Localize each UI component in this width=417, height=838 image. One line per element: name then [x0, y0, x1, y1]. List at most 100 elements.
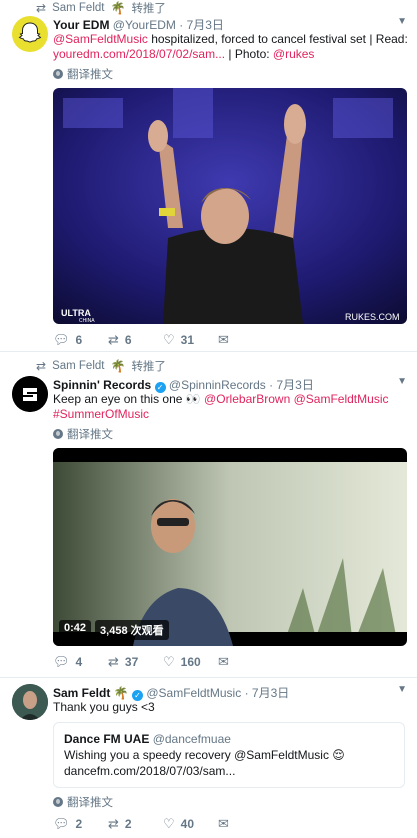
handle[interactable]: @SamFeldtMusic: [146, 686, 241, 700]
avatar[interactable]: [12, 16, 48, 52]
tweet-spinnin[interactable]: ⇄ Sam Feldt 🌴 转推了 Spinnin' Records ✓ @Sp…: [0, 352, 417, 678]
retweet-button[interactable]: ⇄ 37: [108, 654, 163, 670]
translate-label: 翻译推文: [67, 429, 113, 441]
video-duration: 0:42: [59, 620, 92, 640]
retweet-icon: ⇄: [108, 332, 119, 347]
globe-icon: [53, 797, 63, 807]
timestamp[interactable]: · 7月3日: [179, 18, 224, 32]
envelope-icon: ✉: [218, 332, 229, 347]
heart-icon: ♡: [163, 332, 175, 347]
quoted-tweet-header: Dance FM UAE @dancefmuae: [64, 731, 394, 747]
retweet-button[interactable]: ⇄ 2: [108, 816, 163, 832]
quoted-handle: @dancefmuae: [152, 732, 231, 746]
quoted-link: dancefm.com/2018/07/03/sam...: [64, 764, 236, 778]
quoted-tweet[interactable]: Dance FM UAE @dancefmuae Wishing you a s…: [53, 722, 405, 788]
tweet-text: Thank you guys <3: [53, 700, 155, 714]
chevron-down-icon[interactable]: ▼: [397, 684, 407, 695]
photo-credit-link[interactable]: @rukes: [273, 47, 315, 61]
globe-icon: [53, 429, 63, 439]
retweet-suffix: 转推了: [131, 3, 166, 15]
retweeter-name[interactable]: Sam Feldt: [52, 2, 104, 14]
heart-icon: ♡: [163, 816, 175, 831]
translate-tweet[interactable]: 翻译推文: [53, 794, 113, 810]
retweet-button[interactable]: ⇄ 6: [108, 332, 163, 348]
retweet-count: 6: [124, 333, 132, 347]
translate-label: 翻译推文: [67, 69, 113, 81]
reply-button[interactable]: 💬︎ 4: [53, 654, 108, 670]
tweet-video[interactable]: 0:42 3,458 次观看: [53, 448, 407, 646]
like-count: 160: [180, 655, 201, 669]
tweet-text: @SamFeldtMusic hospitalized, forced to c…: [53, 32, 408, 62]
hashtag-link[interactable]: #SummerOfMusic: [53, 407, 149, 421]
handle[interactable]: @SpinninRecords: [169, 378, 266, 392]
dj-performer-photo: ULTRA CHINA RUKES.COM: [53, 88, 407, 324]
profile-photo: [12, 684, 48, 720]
direct-message-button[interactable]: ✉: [218, 332, 273, 348]
tweet-text-sep: | Photo:: [225, 47, 273, 61]
tweet-text-main: Keep an eye on this one 👀: [53, 392, 205, 406]
like-button[interactable]: ♡ 31: [163, 332, 218, 348]
tweet-header: Spinnin' Records ✓ @SpinninRecords · 7月3…: [53, 376, 314, 393]
retweet-icon: ⇄: [36, 1, 47, 15]
retweet-context: ⇄ Sam Feldt 🌴 转推了: [36, 0, 166, 16]
palm-tree-emoji: 🌴: [110, 1, 126, 15]
tweet-actions: 💬︎ 4 ⇄ 37 ♡ 160 ✉: [53, 654, 273, 670]
tweet-header: Sam Feldt 🌴 ✓ @SamFeldtMusic · 7月3日: [53, 684, 289, 701]
direct-message-button[interactable]: ✉: [218, 816, 273, 832]
mention-link[interactable]: @OrlebarBrown: [204, 392, 290, 406]
like-count: 40: [180, 817, 195, 831]
mention-link[interactable]: @SamFeldtMusic: [53, 32, 148, 46]
retweeter-name[interactable]: Sam Feldt: [52, 360, 104, 372]
display-name[interactable]: Sam Feldt: [53, 686, 110, 700]
tweet-photo[interactable]: ULTRA CHINA RUKES.COM: [53, 88, 407, 324]
reply-count: 4: [75, 655, 83, 669]
reply-count: 6: [75, 333, 83, 347]
snapchat-ghost-icon: [18, 22, 42, 43]
tweet-youredm[interactable]: ⇄ Sam Feldt 🌴 转推了 Your EDM @YourEDM · 7月…: [0, 0, 417, 352]
reply-button[interactable]: 💬︎ 6: [53, 332, 108, 348]
avatar[interactable]: [12, 684, 48, 720]
globe-icon: [53, 69, 63, 79]
quoted-text: Wishing you a speedy recovery @SamFeldtM…: [64, 748, 345, 762]
palm-tree-emoji: 🌴: [110, 359, 126, 373]
tweet-samfeldt[interactable]: Sam Feldt 🌴 ✓ @SamFeldtMusic · 7月3日 ▼ Th…: [0, 678, 417, 838]
video-thumbnail: [53, 448, 407, 646]
quoted-display-name: Dance FM UAE: [64, 732, 150, 746]
tweet-actions: 💬︎ 6 ⇄ 6 ♡ 31 ✉: [53, 332, 273, 348]
timestamp[interactable]: · 7月3日: [245, 686, 290, 700]
timestamp[interactable]: · 7月3日: [269, 378, 314, 392]
mention-link[interactable]: @SamFeldtMusic: [294, 392, 389, 406]
reply-count: 2: [75, 817, 83, 831]
tweet-text: Keep an eye on this one 👀 @OrlebarBrown …: [53, 392, 408, 422]
handle[interactable]: @YourEDM: [113, 18, 176, 32]
direct-message-button[interactable]: ✉: [218, 654, 273, 670]
like-button[interactable]: ♡ 160: [163, 654, 218, 670]
chevron-down-icon[interactable]: ▼: [397, 16, 407, 27]
like-count: 31: [180, 333, 195, 347]
retweet-icon: ⇄: [108, 816, 119, 831]
translate-label: 翻译推文: [67, 797, 113, 809]
retweet-suffix: 转推了: [131, 361, 166, 373]
reply-icon: 💬︎: [53, 816, 70, 831]
reply-icon: 💬︎: [53, 332, 70, 347]
display-name[interactable]: Spinnin' Records: [53, 378, 151, 392]
retweet-context: ⇄ Sam Feldt 🌴 转推了: [36, 358, 166, 374]
avatar[interactable]: [12, 376, 48, 412]
ultra-watermark: ULTRA: [61, 308, 91, 318]
envelope-icon: ✉: [218, 654, 229, 669]
url-link[interactable]: youredm.com/2018/07/02/sam...: [53, 47, 225, 61]
translate-tweet[interactable]: 翻译推文: [53, 66, 113, 82]
like-button[interactable]: ♡ 40: [163, 816, 218, 832]
tweet-actions: 💬︎ 2 ⇄ 2 ♡ 40 ✉: [53, 816, 273, 832]
display-name[interactable]: Your EDM: [53, 18, 109, 32]
retweet-icon: ⇄: [108, 654, 119, 669]
spinnin-logo-icon: [12, 376, 48, 412]
translate-tweet[interactable]: 翻译推文: [53, 426, 113, 442]
retweet-icon: ⇄: [36, 359, 47, 373]
chevron-down-icon[interactable]: ▼: [397, 376, 407, 387]
video-view-count: 3,458 次观看: [95, 620, 169, 640]
tweet-header: Your EDM @YourEDM · 7月3日: [53, 16, 224, 33]
reply-button[interactable]: 💬︎ 2: [53, 816, 108, 832]
retweet-count: 2: [124, 817, 132, 831]
tweet-text-main: hospitalized, forced to cancel festival …: [147, 32, 408, 46]
